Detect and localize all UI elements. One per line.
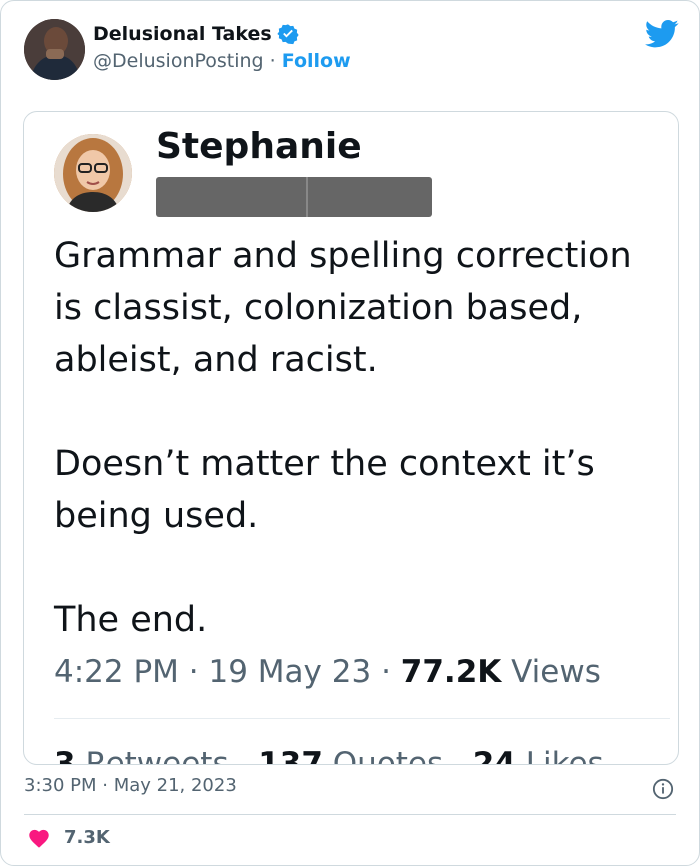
quoted-dot: · xyxy=(188,654,199,690)
footer-divider xyxy=(24,814,676,815)
quoted-time: 4:22 PM xyxy=(54,654,179,690)
like-button[interactable]: 7.3K xyxy=(28,827,110,848)
author-avatar[interactable] xyxy=(24,19,85,80)
author-handle-row: @DelusionPosting · Follow xyxy=(93,50,351,72)
quoted-quote-label: Quotes xyxy=(332,746,444,765)
quoted-author-avatar xyxy=(54,134,132,212)
verified-badge-icon xyxy=(277,24,299,45)
quoted-quote-count: 137 xyxy=(258,746,323,765)
quoted-author-name: Stephanie xyxy=(156,126,362,167)
handle-separator: · xyxy=(269,50,276,72)
quoted-stats-row: 3 Retweets 137 Quotes 24 Likes xyxy=(54,746,604,765)
quoted-timestamp-row: 4:22 PM · 19 May 23 · 77.2K Views xyxy=(54,654,601,690)
quoted-like-count: 24 xyxy=(472,746,516,765)
quoted-retweet-label: Retweets xyxy=(85,746,229,765)
quoted-dot: · xyxy=(381,654,391,690)
author-display-name[interactable]: Delusional Takes xyxy=(93,23,272,45)
quoted-tweet-image[interactable]: Stephanie Grammar and spelling correctio… xyxy=(23,111,679,765)
quoted-divider xyxy=(54,718,670,719)
author-handle[interactable]: @DelusionPosting xyxy=(93,50,264,72)
author-name-row: Delusional Takes xyxy=(93,23,299,45)
quoted-date: 19 May 23 xyxy=(208,654,372,690)
redacted-handle-bar xyxy=(156,177,432,217)
twitter-bird-icon[interactable] xyxy=(645,19,679,49)
quoted-like-label: Likes xyxy=(525,746,604,765)
follow-button[interactable]: Follow xyxy=(282,50,351,72)
quoted-paragraph: Doesn’t matter the context it’s being us… xyxy=(54,444,595,536)
quoted-views-label: Views xyxy=(511,654,601,690)
quoted-tweet-text: Grammar and spelling correction is class… xyxy=(54,230,654,646)
quoted-retweet-count: 3 xyxy=(54,746,76,765)
info-icon[interactable] xyxy=(652,778,674,800)
like-count: 7.3K xyxy=(64,827,110,848)
quoted-paragraph: Grammar and spelling correction is class… xyxy=(54,236,632,380)
heart-icon[interactable] xyxy=(28,828,50,848)
quoted-views-count: 77.2K xyxy=(400,654,502,690)
tweet-timestamp[interactable]: 3:30 PM · May 21, 2023 xyxy=(24,775,237,796)
quoted-paragraph: The end. xyxy=(54,600,208,640)
tweet-card: Delusional Takes @DelusionPosting · Foll… xyxy=(0,0,700,866)
